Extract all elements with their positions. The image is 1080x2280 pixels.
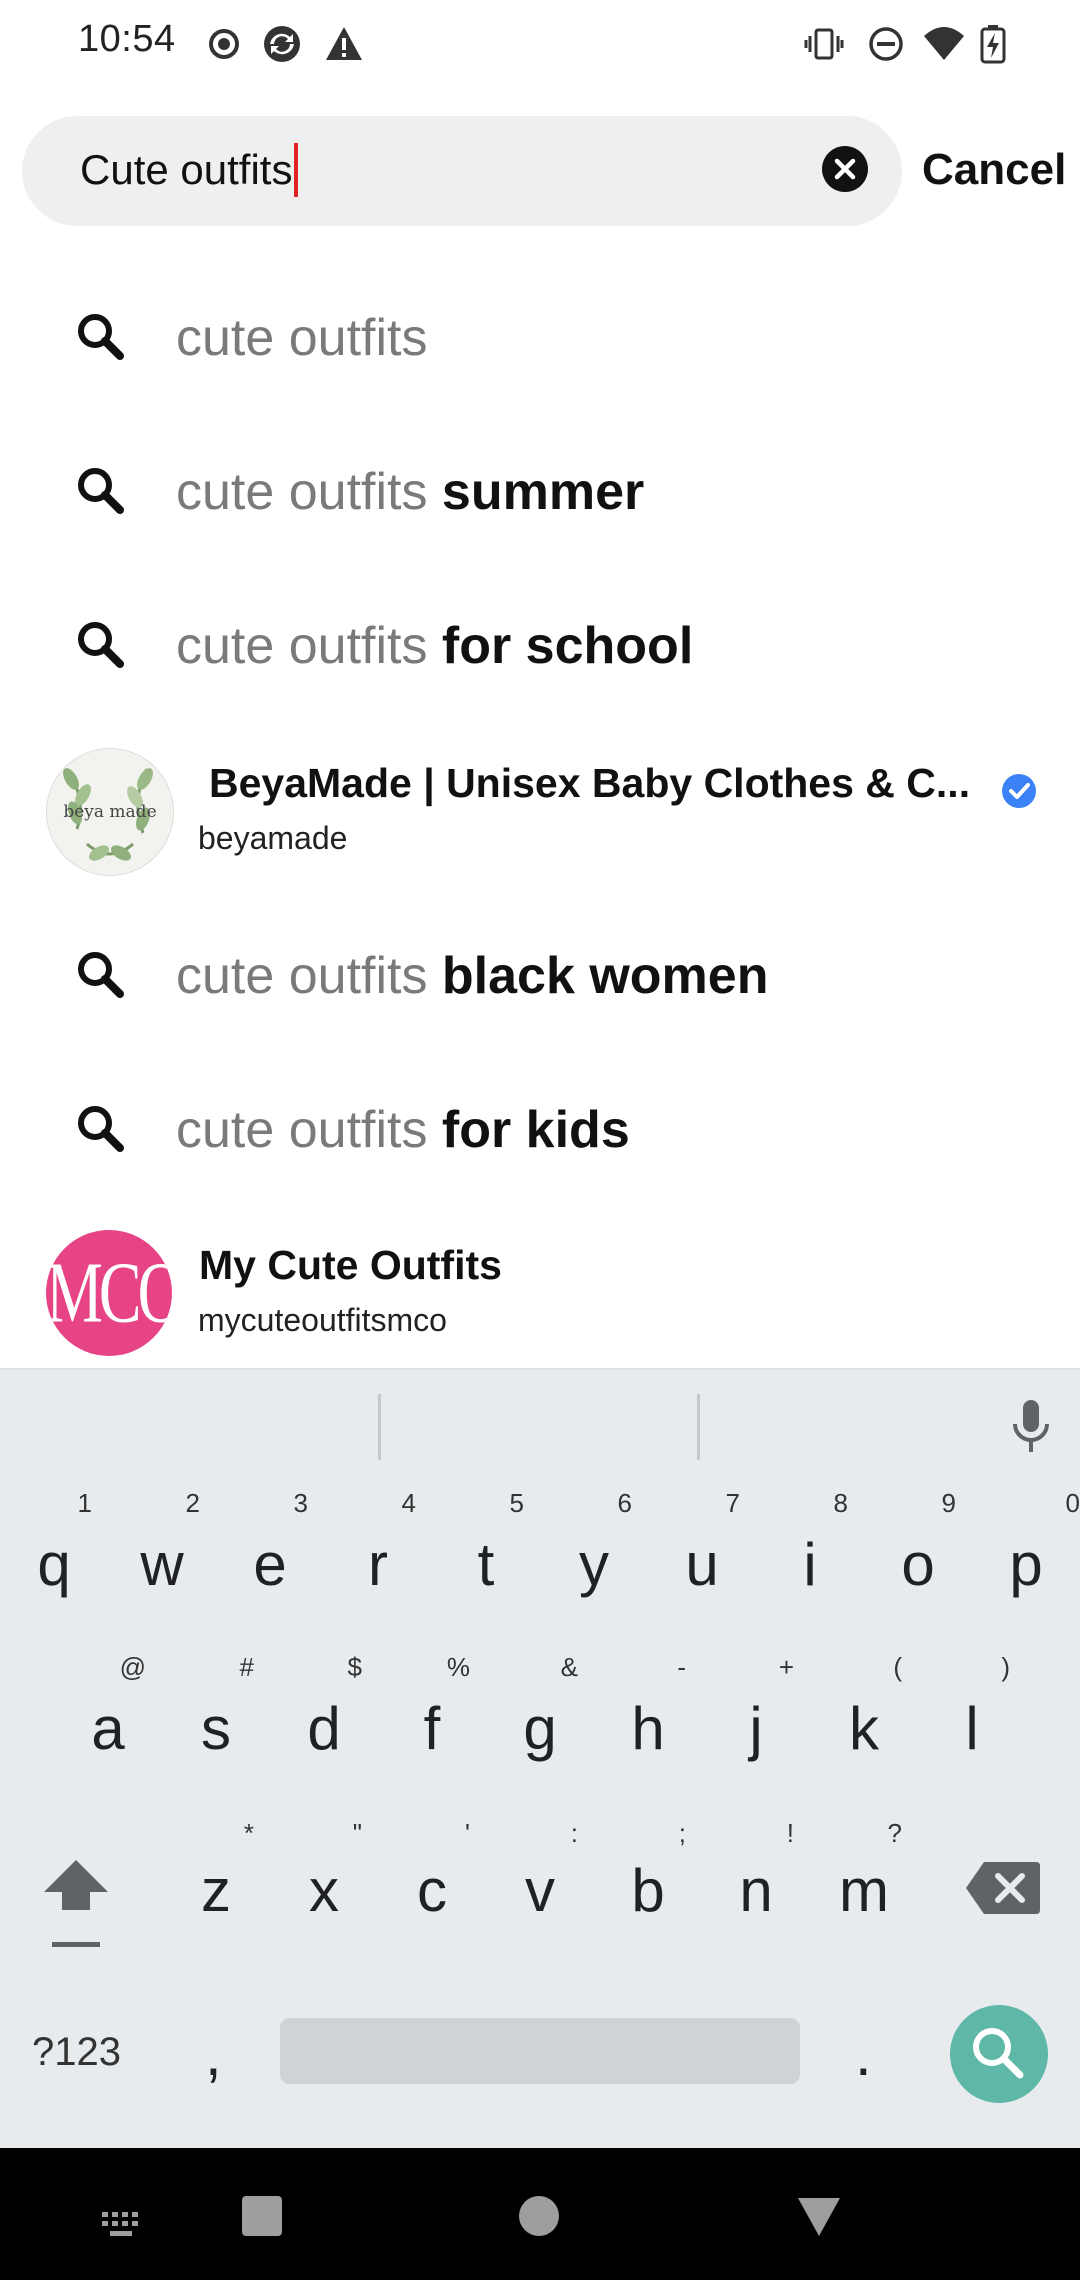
close-icon: [834, 158, 856, 180]
key-q[interactable]: 1q: [0, 1478, 108, 1628]
key-v[interactable]: :v: [486, 1808, 594, 1958]
key-i[interactable]: 8i: [756, 1478, 864, 1628]
key-l[interactable]: ) l: [918, 1642, 1026, 1792]
suggestion-row[interactable]: cute outfits summer: [0, 416, 1080, 566]
search-icon: [78, 622, 124, 668]
symbols-key[interactable]: ?123: [32, 2030, 121, 2075]
key-s[interactable]: # s: [162, 1642, 270, 1792]
suggestion-text: cute outfits for school: [176, 617, 694, 675]
key-o[interactable]: 9o: [864, 1478, 972, 1628]
suggestion-row[interactable]: cute outfits: [0, 262, 1080, 412]
key-w[interactable]: 2w: [108, 1478, 216, 1628]
avatar: beya made: [46, 748, 174, 876]
key-f[interactable]: % f: [378, 1642, 486, 1792]
search-icon: [973, 2028, 1024, 2079]
profile-name: BeyaMade | Unisex Baby Clothes & C...: [209, 760, 971, 806]
key-k[interactable]: (k: [810, 1642, 918, 1792]
search-query[interactable]: Cute outfits: [80, 142, 299, 197]
text-cursor: [294, 142, 299, 197]
suggestion-row[interactable]: cute outfits black women: [0, 900, 1080, 1050]
key-r[interactable]: 4r: [324, 1478, 432, 1628]
profile-handle: beyamade: [198, 820, 348, 856]
key-a[interactable]: @ a: [54, 1642, 162, 1792]
key-b[interactable]: ; b: [594, 1808, 702, 1958]
profile-handle: mycuteoutfitsmco: [198, 1302, 447, 1338]
space-key[interactable]: [280, 2018, 800, 2084]
search-input[interactable]: Cute outfits: [22, 116, 902, 226]
cancel-button[interactable]: Cancel: [922, 145, 1066, 195]
verified-badge-icon: [1002, 774, 1036, 808]
avatar-text: MCO: [46, 1244, 172, 1341]
status-bar: 10:54: [0, 0, 1080, 90]
sync-icon: [264, 26, 300, 62]
suggestion-row[interactable]: cute outfits for school: [0, 570, 1080, 720]
strip-divider: [378, 1394, 381, 1460]
battery-charging-icon: [980, 25, 1006, 64]
key-z[interactable]: * z: [162, 1808, 270, 1958]
alert-icon: [326, 27, 362, 60]
keyboard-search-button[interactable]: [950, 2005, 1048, 2103]
key-m[interactable]: ? m: [810, 1808, 918, 1958]
shift-icon[interactable]: [36, 1848, 116, 1958]
do-not-disturb-icon: [869, 27, 903, 61]
home-button[interactable]: [519, 2196, 559, 2236]
key-u[interactable]: 7u: [648, 1478, 756, 1628]
key-p[interactable]: 0p: [972, 1478, 1080, 1628]
key-d[interactable]: $ d: [270, 1642, 378, 1792]
key-e[interactable]: 3e: [216, 1478, 324, 1628]
suggestion-text: cute outfits summer: [176, 463, 645, 521]
leaf-pattern-icon: beya made: [63, 768, 157, 861]
back-down-icon[interactable]: [796, 2196, 842, 2238]
avatar: MCO: [46, 1230, 172, 1356]
status-time: 10:54: [78, 18, 176, 60]
clear-search-button[interactable]: [822, 146, 868, 192]
key-t[interactable]: 5t: [432, 1478, 540, 1628]
search-icon: [78, 952, 124, 998]
search-icon: [78, 468, 124, 514]
key-h[interactable]: -h: [594, 1642, 702, 1792]
search-icon: [78, 1106, 124, 1152]
suggestion-row[interactable]: cute outfits for kids: [0, 1054, 1080, 1204]
key-j[interactable]: + j: [702, 1642, 810, 1792]
keyboard-switch-icon[interactable]: [100, 2210, 146, 2240]
wifi-icon: [924, 27, 964, 60]
profile-name: My Cute Outfits: [199, 1242, 502, 1288]
profile-suggestion-mycuteoutfits[interactable]: MCO My Cute Outfits mycuteoutfitsmco: [0, 1214, 1080, 1374]
key-y[interactable]: 6y: [540, 1478, 648, 1628]
profile-suggestion-beyamade[interactable]: beya made BeyaMade | Unisex Baby Clothes…: [0, 732, 1080, 892]
key-c[interactable]: ' c: [378, 1808, 486, 1958]
strip-divider: [697, 1394, 700, 1460]
navigation-bar: [0, 2148, 1080, 2280]
suggestion-text: cute outfits black women: [176, 947, 769, 1005]
backspace-icon[interactable]: [964, 1858, 1042, 1918]
key-n[interactable]: ! n: [702, 1808, 810, 1958]
key-x[interactable]: " x: [270, 1808, 378, 1958]
avatar-text: beya made: [63, 802, 156, 822]
key-g[interactable]: & g: [486, 1642, 594, 1792]
recents-button[interactable]: [242, 2196, 282, 2236]
search-query-text: Cute outfits: [80, 146, 293, 193]
suggestion-text: cute outfits for kids: [176, 1101, 630, 1159]
record-icon: [209, 29, 239, 59]
suggestion-text: cute outfits: [176, 309, 428, 367]
suggestion-strip: [0, 1370, 1080, 1480]
microphone-icon[interactable]: [1005, 1398, 1057, 1454]
period-key[interactable]: .: [855, 2020, 872, 2089]
search-icon: [78, 314, 124, 360]
comma-key[interactable]: ,: [205, 2020, 222, 2089]
vibrate-icon: [804, 28, 844, 60]
